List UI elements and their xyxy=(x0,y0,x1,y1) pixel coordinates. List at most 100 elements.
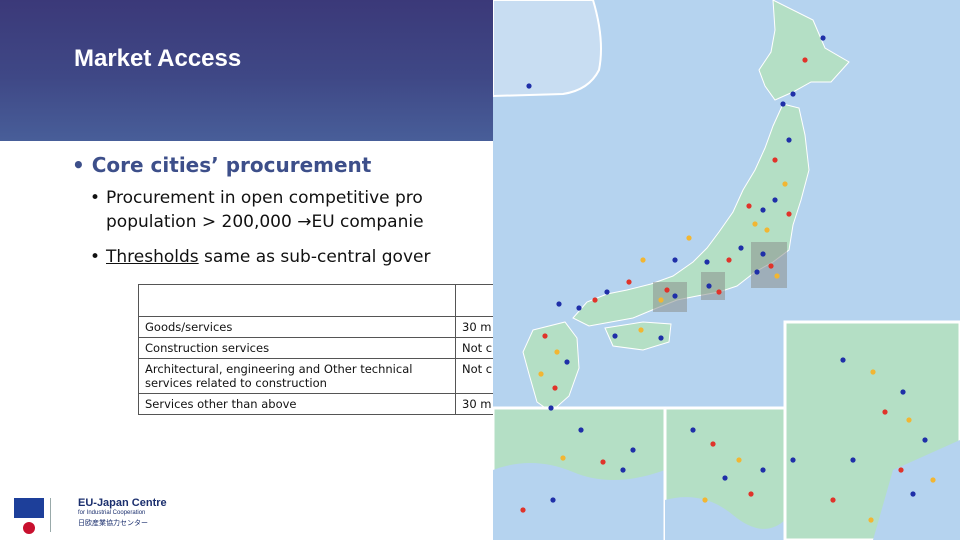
city-marker xyxy=(686,235,692,241)
bullet-procurement-line1: Procurement in open competitive pro xyxy=(106,188,423,208)
map-inset-kinki xyxy=(663,406,787,540)
eu-japan-centre-logo: EU-Japan Centre for Industrial Cooperati… xyxy=(14,494,174,538)
city-marker xyxy=(600,459,606,465)
bullet-procurement-line2b: EU companie xyxy=(311,212,424,232)
city-marker xyxy=(782,181,788,187)
city-marker xyxy=(526,83,532,89)
table-cell-category: Architectural, engineering and Other tec… xyxy=(138,358,456,394)
city-marker xyxy=(612,333,618,339)
city-marker xyxy=(882,409,888,415)
city-marker xyxy=(592,297,598,303)
map-inset-frame xyxy=(493,0,602,98)
city-marker xyxy=(868,517,874,523)
city-marker xyxy=(802,57,808,63)
city-marker xyxy=(548,405,554,411)
city-marker xyxy=(900,389,906,395)
city-marker xyxy=(774,273,780,279)
japan-map xyxy=(493,0,960,540)
city-marker xyxy=(780,101,786,107)
city-marker xyxy=(604,289,610,295)
city-marker xyxy=(520,507,526,513)
table-cell-category: Goods/services xyxy=(138,316,456,338)
logo-japanese: 日欧産業協力センター xyxy=(78,519,148,527)
city-marker xyxy=(706,283,712,289)
table-cell-category: Construction services xyxy=(138,337,456,359)
map-inset-kyushu xyxy=(493,406,667,540)
city-marker xyxy=(870,369,876,375)
city-marker xyxy=(840,357,846,363)
city-marker xyxy=(754,269,760,275)
city-marker xyxy=(736,457,742,463)
logo-subtitle: for Industrial Cooperation xyxy=(78,510,146,516)
city-marker xyxy=(930,477,936,483)
city-marker xyxy=(556,301,562,307)
city-marker xyxy=(564,359,570,365)
city-marker xyxy=(786,211,792,217)
city-marker xyxy=(550,497,556,503)
bullet-core-cities: • Core cities’ procurement xyxy=(72,153,372,177)
city-marker xyxy=(576,305,582,311)
map-inset-kanto xyxy=(783,320,960,540)
arrow-icon: → xyxy=(297,212,312,232)
city-marker xyxy=(760,251,766,257)
city-marker xyxy=(620,467,626,473)
logo-name: EU-Japan Centre xyxy=(78,497,167,509)
bullet-thresholds-rest: same as sub-central gover xyxy=(198,247,431,267)
slide-title: Market Access xyxy=(74,45,242,72)
japan-flag-icon xyxy=(14,518,44,538)
city-marker xyxy=(560,455,566,461)
city-marker xyxy=(710,441,716,447)
city-marker xyxy=(786,137,792,143)
bullet-procurement: • Procurement in open competitive pro xyxy=(90,186,423,210)
city-marker xyxy=(752,221,758,227)
city-marker xyxy=(716,289,722,295)
city-marker xyxy=(626,279,632,285)
city-marker xyxy=(830,497,836,503)
city-marker xyxy=(922,437,928,443)
table-cell-category: Services other than above xyxy=(138,393,456,415)
city-marker xyxy=(664,287,670,293)
city-marker xyxy=(764,227,770,233)
city-marker xyxy=(898,467,904,473)
bullet-dot: • xyxy=(90,247,101,267)
city-marker xyxy=(760,467,766,473)
city-marker xyxy=(640,257,646,263)
city-marker xyxy=(552,385,558,391)
city-marker xyxy=(906,417,912,423)
city-marker xyxy=(910,491,916,497)
city-marker xyxy=(538,371,544,377)
bullet-thresholds: • Thresholds same as sub-central gover xyxy=(90,245,431,269)
city-marker xyxy=(820,35,826,41)
city-marker xyxy=(722,475,728,481)
city-marker xyxy=(726,257,732,263)
bullet-core-cities-text: Core cities’ procurement xyxy=(91,153,372,177)
city-marker xyxy=(630,447,636,453)
city-marker xyxy=(738,245,744,251)
city-marker xyxy=(772,157,778,163)
bullet-procurement-line2a: population > 200,000 xyxy=(106,212,298,232)
city-marker xyxy=(554,349,560,355)
city-marker xyxy=(748,491,754,497)
table-header-cell xyxy=(138,284,456,317)
bullet-dot: • xyxy=(90,188,101,208)
city-marker xyxy=(768,263,774,269)
city-marker xyxy=(658,335,664,341)
city-marker xyxy=(790,91,796,97)
thresholds-link: Thresholds xyxy=(106,247,199,267)
japan-map-svg xyxy=(493,0,960,540)
city-marker xyxy=(850,457,856,463)
bullet-procurement-cont: population > 200,000 →EU companie xyxy=(106,210,424,234)
city-marker xyxy=(578,427,584,433)
city-marker xyxy=(704,259,710,265)
logo-divider xyxy=(50,498,51,532)
city-marker xyxy=(658,297,664,303)
city-marker xyxy=(690,427,696,433)
city-marker xyxy=(790,457,796,463)
city-marker xyxy=(638,327,644,333)
city-marker xyxy=(672,257,678,263)
city-marker xyxy=(672,293,678,299)
map-highlight-kinki xyxy=(653,282,687,312)
eu-flag-icon xyxy=(14,498,44,518)
map-highlight-chubu xyxy=(701,272,725,300)
city-marker xyxy=(772,197,778,203)
